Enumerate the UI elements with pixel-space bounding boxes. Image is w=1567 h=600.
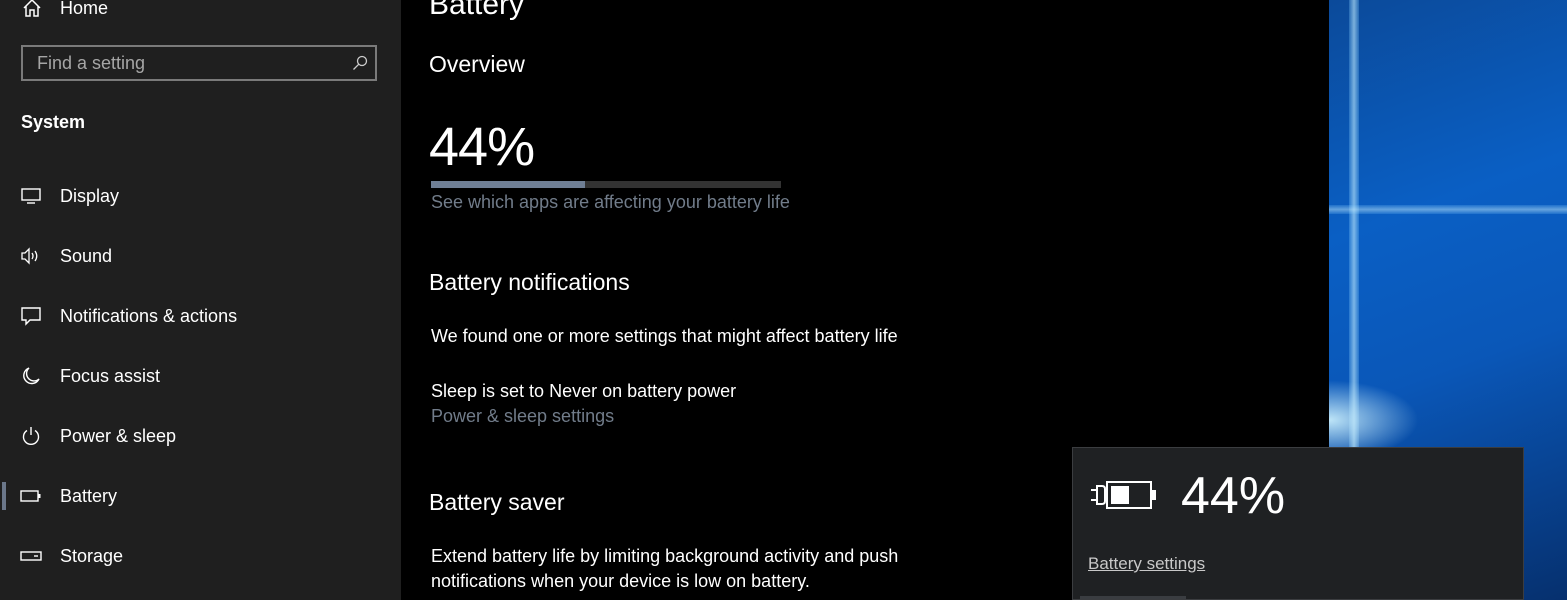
- battery-level-bar: [431, 181, 781, 188]
- battery-settings-link[interactable]: Battery settings: [1088, 554, 1205, 574]
- sidebar-item-notifications[interactable]: Notifications & actions: [0, 296, 401, 336]
- search-icon[interactable]: [345, 55, 375, 71]
- wallpaper-light-beam: [1329, 205, 1567, 214]
- sidebar-item-display[interactable]: Display: [0, 176, 401, 216]
- sidebar-item-label: Display: [60, 185, 120, 206]
- sidebar-item-storage[interactable]: Storage: [0, 536, 401, 576]
- sound-icon: [20, 245, 42, 267]
- power-icon: [20, 425, 42, 447]
- search-box[interactable]: [21, 45, 377, 81]
- display-icon: [20, 185, 42, 207]
- sidebar-item-sound[interactable]: Sound: [0, 236, 401, 276]
- flyout-slider-track[interactable]: [1080, 596, 1186, 599]
- battery-notifications-heading: Battery notifications: [429, 269, 630, 295]
- search-input[interactable]: [23, 46, 345, 80]
- overview-heading: Overview: [429, 51, 525, 77]
- sidebar-item-label: Power & sleep: [60, 425, 177, 446]
- settings-sidebar: Home System Display Sound Notifications …: [0, 0, 401, 600]
- sidebar-item-label: Sound: [60, 245, 113, 266]
- moon-icon: [20, 365, 42, 387]
- sidebar-item-label: Focus assist: [60, 365, 161, 386]
- sidebar-item-battery[interactable]: Battery: [0, 476, 401, 516]
- battery-charging-icon: [1089, 478, 1159, 519]
- home-icon: [20, 0, 44, 20]
- sleep-setting-text: Sleep is set to Never on battery power: [431, 381, 737, 401]
- storage-icon: [20, 545, 42, 567]
- selection-indicator: [2, 482, 6, 510]
- sidebar-item-label: Battery: [60, 485, 118, 506]
- sidebar-item-focus-assist[interactable]: Focus assist: [0, 356, 401, 396]
- apps-battery-link[interactable]: See which apps are affecting your batter…: [431, 192, 790, 213]
- battery-saver-heading: Battery saver: [429, 489, 565, 515]
- section-title-system: System: [21, 112, 86, 132]
- sidebar-item-power-sleep[interactable]: Power & sleep: [0, 416, 401, 456]
- nav-home[interactable]: Home: [20, 0, 380, 22]
- battery-level-fill: [431, 181, 585, 188]
- battery-icon: [20, 485, 42, 507]
- sidebar-item-label: Notifications & actions: [60, 305, 238, 326]
- battery-notification-message: We found one or more settings that might…: [431, 326, 898, 346]
- battery-flyout: 44% Battery settings: [1072, 447, 1524, 600]
- page-title: Battery: [429, 0, 525, 21]
- notifications-icon: [20, 305, 42, 327]
- home-label: Home: [60, 0, 109, 18]
- sidebar-item-label: Storage: [60, 545, 124, 566]
- power-sleep-settings-link[interactable]: Power & sleep settings: [431, 406, 614, 427]
- battery-saver-description-line2: notifications when your device is low on…: [431, 571, 810, 591]
- battery-saver-description-line1: Extend battery life by limiting backgrou…: [431, 546, 899, 566]
- flyout-battery-percent: 44%: [1181, 467, 1286, 525]
- battery-percent: 44%: [429, 117, 535, 177]
